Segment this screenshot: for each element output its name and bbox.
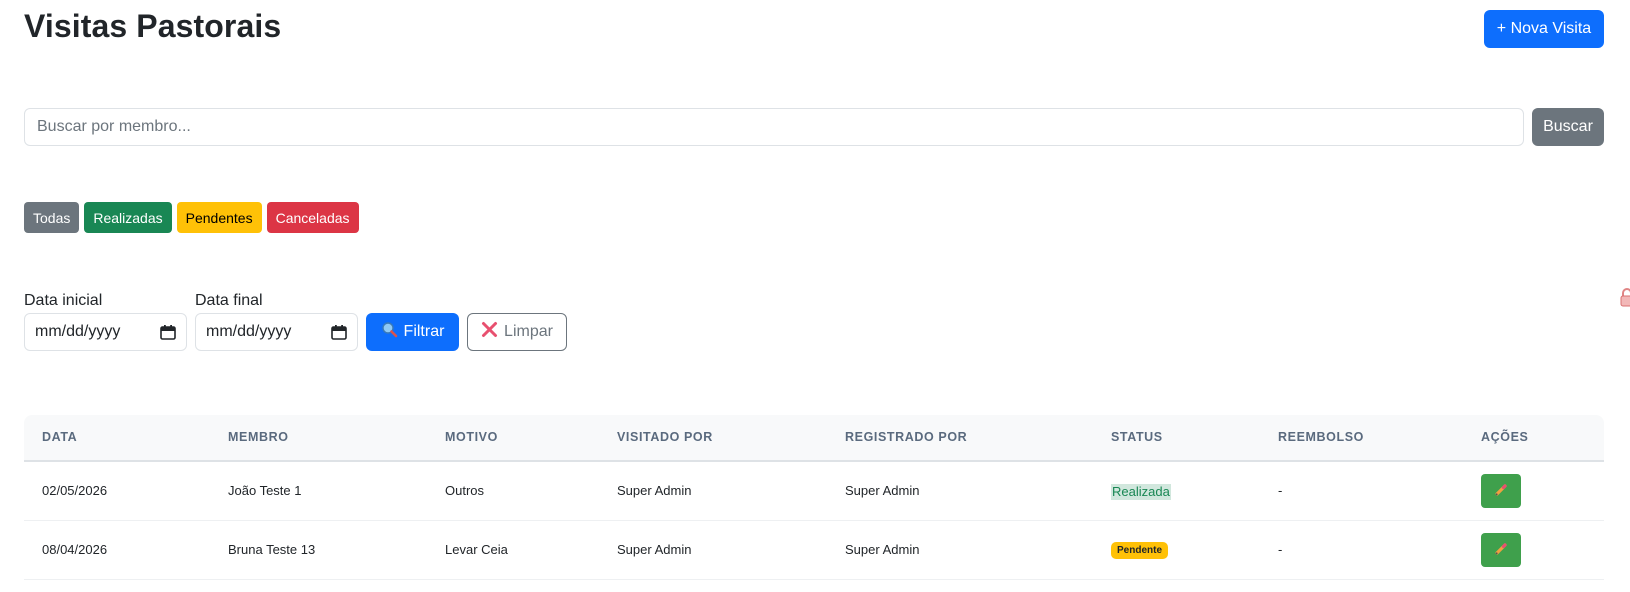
cell-reimbursement: - — [1278, 483, 1283, 498]
column-header[interactable]: REEMBOLSO — [1278, 415, 1364, 460]
cell-reason: Outros — [445, 483, 485, 498]
status-badge: Pendente — [1111, 542, 1169, 560]
pencil-icon — [1494, 542, 1508, 559]
page-title: Visitas Pastorais — [24, 8, 282, 44]
edit-button[interactable] — [1481, 474, 1521, 508]
cell-status: Realizada — [1111, 462, 1171, 520]
cell-date: 08/04/2026 — [42, 542, 108, 557]
table-row: 08/04/2026 Bruna Teste 13 Levar Ceia Sup… — [24, 521, 1604, 580]
edit-button[interactable] — [1481, 533, 1521, 567]
visits-table: DATA MEMBRO MOTIVO VISITADO POR REGISTRA… — [24, 415, 1604, 580]
calendar-icon[interactable] — [331, 324, 347, 340]
calendar-icon[interactable] — [160, 324, 176, 340]
search-input[interactable] — [24, 108, 1524, 146]
cell-visited-by: Super Admin — [617, 542, 692, 557]
cell-reason: Levar Ceia — [445, 542, 508, 557]
status-filter-group: Todas Realizadas Pendentes Canceladas — [24, 202, 359, 233]
clear-button[interactable]: Limpar — [467, 313, 567, 351]
cell-date: 02/05/2026 — [42, 483, 108, 498]
column-header[interactable]: REGISTRADO POR — [845, 415, 967, 460]
cell-status: Pendente — [1111, 521, 1169, 579]
column-header[interactable]: DATA — [42, 415, 77, 460]
filter-button-label: Filtrar — [403, 323, 445, 340]
start-date-label: Data inicial — [24, 292, 103, 309]
lock-icon[interactable] — [1620, 287, 1630, 307]
new-visit-button[interactable]: + Nova Visita — [1484, 10, 1604, 48]
filter-done-button[interactable]: Realizadas — [84, 202, 172, 233]
table-row: 02/05/2026 João Teste 1 Outros Super Adm… — [24, 462, 1604, 521]
start-date-input[interactable]: mm/dd/yyyy — [24, 313, 187, 351]
end-date-label: Data final — [195, 292, 263, 309]
cell-visited-by: Super Admin — [617, 483, 692, 498]
cell-reimbursement: - — [1278, 542, 1283, 557]
pencil-icon — [1494, 483, 1508, 500]
cell-registered-by: Super Admin — [845, 542, 920, 557]
search-button[interactable]: Buscar — [1532, 108, 1604, 146]
cell-registered-by: Super Admin — [845, 483, 920, 498]
end-date-input[interactable]: mm/dd/yyyy — [195, 313, 358, 351]
column-header: AÇÕES — [1481, 430, 1529, 444]
magnifier-icon — [381, 321, 398, 343]
filter-pending-button[interactable]: Pendentes — [176, 202, 262, 233]
status-badge: Realizada — [1111, 483, 1171, 500]
x-icon — [481, 321, 498, 343]
column-header[interactable]: VISITADO POR — [617, 415, 713, 460]
clear-button-label: Limpar — [504, 323, 553, 340]
start-date-value: mm/dd/yyyy — [35, 323, 121, 340]
column-header[interactable]: STATUS — [1111, 415, 1163, 460]
table-header: DATA MEMBRO MOTIVO VISITADO POR REGISTRA… — [24, 415, 1604, 462]
column-header[interactable]: MOTIVO — [445, 415, 498, 460]
filter-button[interactable]: Filtrar — [366, 313, 459, 351]
end-date-value: mm/dd/yyyy — [206, 323, 292, 340]
cell-member: Bruna Teste 13 — [228, 542, 316, 557]
cell-member: João Teste 1 — [228, 483, 302, 498]
column-header[interactable]: MEMBRO — [228, 415, 289, 460]
filter-all-button[interactable]: Todas — [24, 202, 80, 233]
filter-cancelled-button[interactable]: Canceladas — [266, 202, 359, 233]
